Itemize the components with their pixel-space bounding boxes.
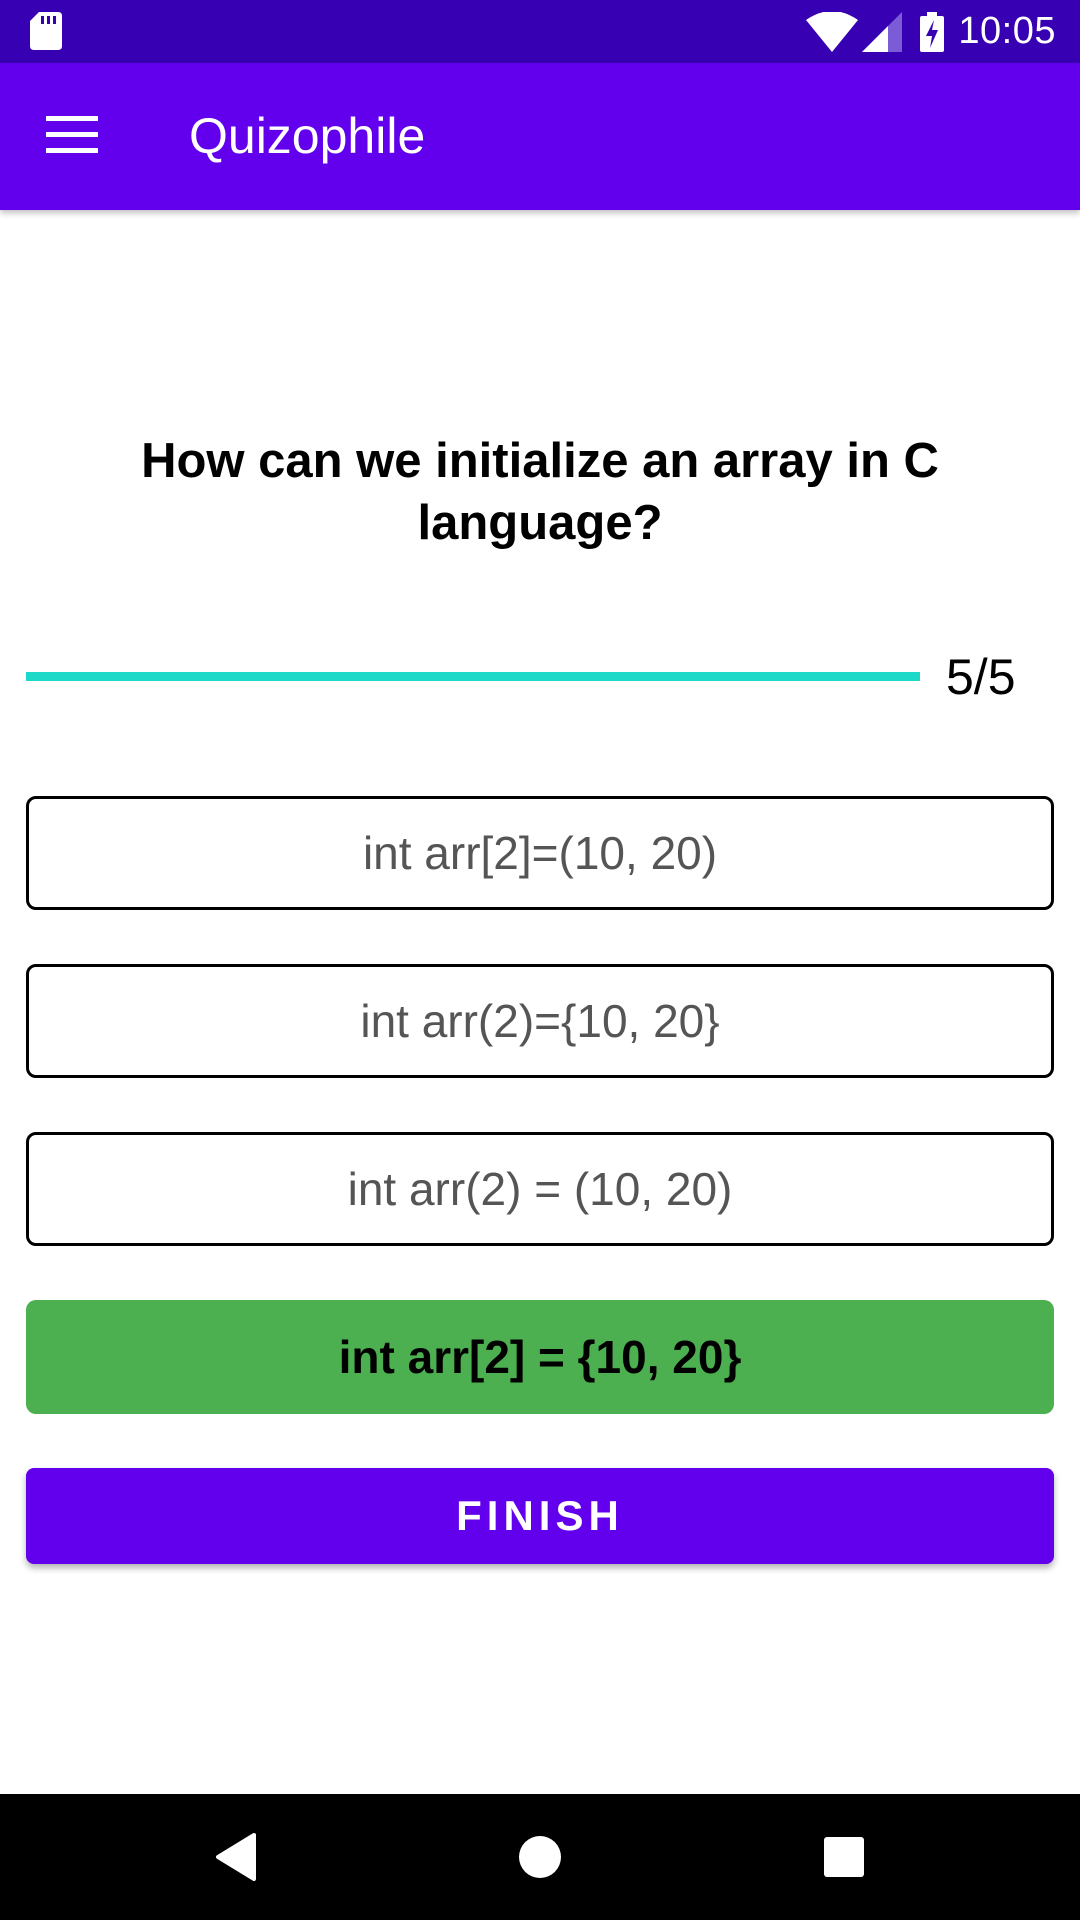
recents-icon[interactable]	[784, 1794, 904, 1920]
status-bar: 10:05	[0, 0, 1080, 63]
menu-icon[interactable]	[46, 116, 98, 159]
cell-signal-icon	[862, 11, 903, 52]
answer-option-2[interactable]: int arr(2)={10, 20}	[26, 964, 1054, 1078]
answer-option-3[interactable]: int arr(2) = (10, 20)	[26, 1132, 1054, 1246]
answer-option-4-correct[interactable]: int arr[2] = {10, 20}	[26, 1300, 1054, 1414]
wifi-icon	[806, 11, 859, 52]
sd-card-icon	[30, 12, 62, 55]
navigation-bar	[0, 1794, 1080, 1920]
progress-bar-fill	[26, 672, 920, 681]
app-bar: Quizophile	[0, 63, 1080, 210]
battery-charging-icon	[920, 11, 945, 52]
app-title: Quizophile	[189, 108, 426, 164]
progress-bar	[26, 672, 920, 681]
back-icon[interactable]	[176, 1794, 296, 1920]
finish-button[interactable]: FINISH	[26, 1468, 1054, 1564]
progress-label: 5/5	[946, 649, 1016, 705]
status-time: 10:05	[958, 10, 1056, 52]
question-text: How can we initialize an array in C lang…	[141, 434, 939, 550]
answer-option-1[interactable]: int arr[2]=(10, 20)	[26, 796, 1054, 910]
home-icon[interactable]	[480, 1794, 600, 1920]
